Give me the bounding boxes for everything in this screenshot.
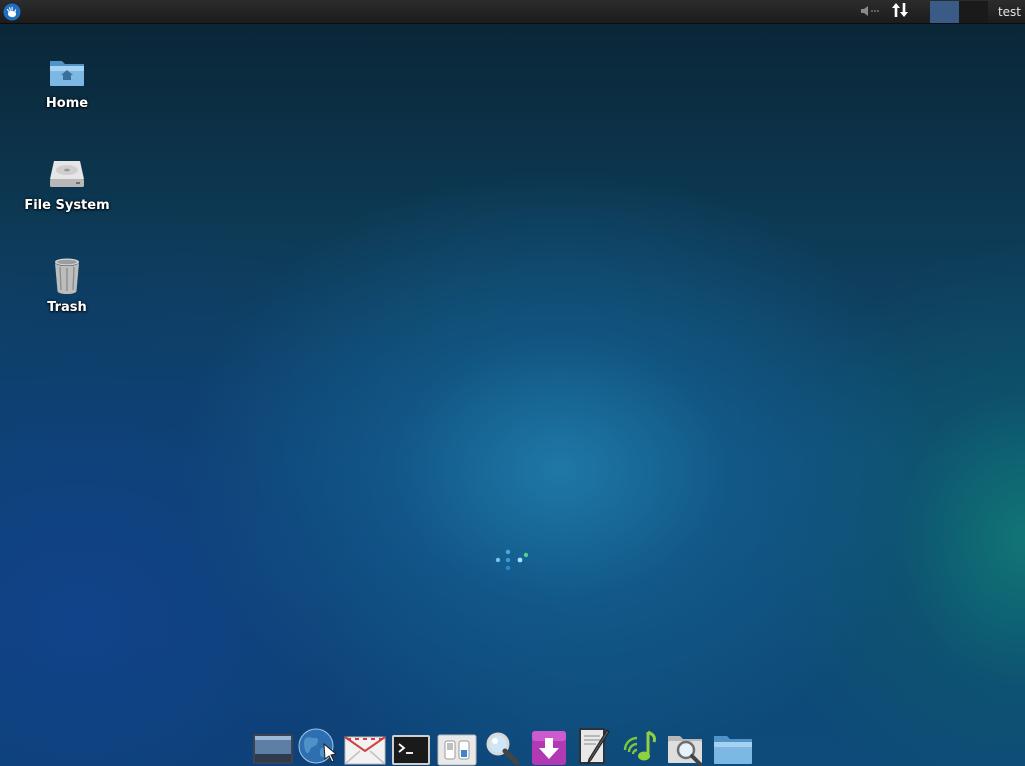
- desktop[interactable]: test Home File System Trash: [0, 0, 1025, 766]
- dock-item-terminal[interactable]: [388, 722, 434, 766]
- top-panel: test: [0, 0, 1025, 24]
- trash-icon: [47, 256, 87, 296]
- volume-button[interactable]: [860, 4, 882, 20]
- dock-item-web-browser[interactable]: [296, 722, 342, 766]
- app-finder-icon: [484, 730, 522, 766]
- network-transfer-icon: [891, 1, 909, 23]
- workspace-1[interactable]: [929, 1, 959, 23]
- music-player-icon: [622, 728, 660, 766]
- settings-manager-icon: [437, 734, 477, 766]
- home-folder-icon: [47, 52, 87, 92]
- terminal-icon: [391, 734, 431, 766]
- workspace-2[interactable]: [958, 1, 988, 23]
- desktop-icon-label: Trash: [47, 300, 87, 315]
- dock-item-file-search[interactable]: [664, 722, 710, 766]
- dock-item-app-finder[interactable]: [480, 722, 526, 766]
- dock-item-file-manager[interactable]: [710, 722, 756, 766]
- dock-item-settings-manager[interactable]: [434, 722, 480, 766]
- xfce-mouse-icon: [3, 3, 21, 21]
- dock-item-show-desktop[interactable]: [250, 722, 296, 766]
- web-browser-icon: [298, 726, 340, 766]
- file-manager-icon: [712, 732, 754, 766]
- workspace-switcher: [929, 1, 988, 23]
- software-install-icon: [531, 730, 567, 766]
- file-search-icon: [666, 730, 708, 766]
- desktop-icon-home[interactable]: Home: [12, 52, 122, 111]
- dock-item-software-install[interactable]: [526, 722, 572, 766]
- desktop-icon-trash[interactable]: Trash: [12, 256, 122, 315]
- system-tray: test: [860, 0, 1025, 24]
- network-button[interactable]: [890, 2, 910, 22]
- desktop-icon-file-system[interactable]: File System: [12, 154, 122, 213]
- desktop-icon-label: File System: [24, 198, 110, 213]
- text-editor-icon: [577, 726, 613, 766]
- mail-icon: [344, 734, 386, 766]
- dock-item-music-player[interactable]: [618, 722, 664, 766]
- volume-muted-icon: [860, 3, 882, 22]
- hard-drive-icon: [47, 154, 87, 194]
- show-desktop-icon: [252, 730, 294, 766]
- dock-item-mail[interactable]: [342, 722, 388, 766]
- applications-menu-button[interactable]: [2, 2, 22, 22]
- dock: [250, 722, 780, 766]
- user-name-label[interactable]: test: [998, 5, 1021, 19]
- dock-item-text-editor[interactable]: [572, 722, 618, 766]
- desktop-icon-label: Home: [45, 96, 89, 111]
- busy-spinner: [494, 548, 530, 572]
